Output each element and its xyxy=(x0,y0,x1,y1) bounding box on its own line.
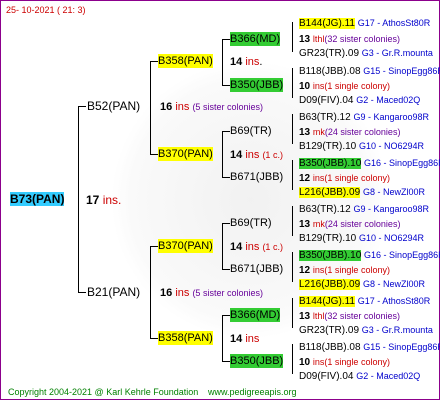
connector xyxy=(292,206,293,236)
connector xyxy=(150,338,158,339)
connector xyxy=(150,154,158,155)
root-queen: B73(PAN) xyxy=(10,192,65,206)
gen3-queen-8: B350(JBB) xyxy=(230,354,284,368)
connector xyxy=(222,39,230,40)
connector xyxy=(150,246,151,338)
connector xyxy=(222,39,223,85)
gen2-info-3: 14 ins (1 c.) xyxy=(230,241,283,253)
gen1-queen-1: B52(PAN) xyxy=(87,99,141,113)
connector xyxy=(78,106,79,292)
connector xyxy=(222,131,230,132)
connector xyxy=(292,298,293,328)
gen2-queen-3: B370(PAN) xyxy=(158,239,213,253)
gen2-queen-1: B358(PAN) xyxy=(158,54,213,68)
gen3-queen-3: B69(TR) xyxy=(230,125,272,137)
connector xyxy=(222,315,230,316)
copyright-text: Copyright 2004-2021 @ Karl Kehrle Founda… xyxy=(8,387,199,397)
connector xyxy=(222,223,230,224)
connector xyxy=(222,223,223,269)
gen1-queen-2: B21(PAN) xyxy=(87,285,141,299)
connector xyxy=(292,22,293,52)
root-info: 17 ins. xyxy=(86,193,121,207)
date-stamp: 25- 10-2021 ( 21: 3) xyxy=(6,5,86,15)
connector xyxy=(78,106,86,107)
connector xyxy=(222,315,223,361)
connector xyxy=(292,252,293,282)
connector xyxy=(222,361,230,362)
connector xyxy=(222,269,230,270)
connector xyxy=(292,344,293,374)
gen2-queen-2: B370(PAN) xyxy=(158,147,213,161)
gen3-queen-1: B366(MD) xyxy=(230,32,281,46)
gen3-queen-5: B69(TR) xyxy=(230,217,272,229)
gen3-queen-7: B366(MD) xyxy=(230,308,281,322)
root-unit: ins. xyxy=(102,193,122,207)
gen2-queen-4: B358(PAN) xyxy=(158,331,213,345)
site-link[interactable]: www.pedigreeapis.org xyxy=(208,385,297,399)
gen2-info-4: 14 ins xyxy=(230,333,260,345)
connector xyxy=(222,131,223,177)
connector xyxy=(292,68,293,98)
connector xyxy=(292,160,293,190)
connector xyxy=(150,246,158,247)
connector xyxy=(222,177,230,178)
connector xyxy=(150,61,151,154)
gen1-info-2: 16 ins (5 sister colonies) xyxy=(160,287,263,299)
gen2-info-2: 14 ins (1 c.) xyxy=(230,149,283,161)
gen2-info-1: 14 ins. xyxy=(230,56,263,68)
gen3-queen-6: B671(JBB) xyxy=(230,263,284,275)
gen1-info-1: 16 ins (5 sister colonies) xyxy=(160,101,263,113)
root-count: 17 xyxy=(86,193,100,207)
connector xyxy=(292,114,293,144)
connector xyxy=(78,292,86,293)
connector xyxy=(222,85,230,86)
gen3-queen-4: B671(JBB) xyxy=(230,171,284,183)
connector xyxy=(150,61,158,62)
gen3-queen-2: B350(JBB) xyxy=(230,78,284,92)
